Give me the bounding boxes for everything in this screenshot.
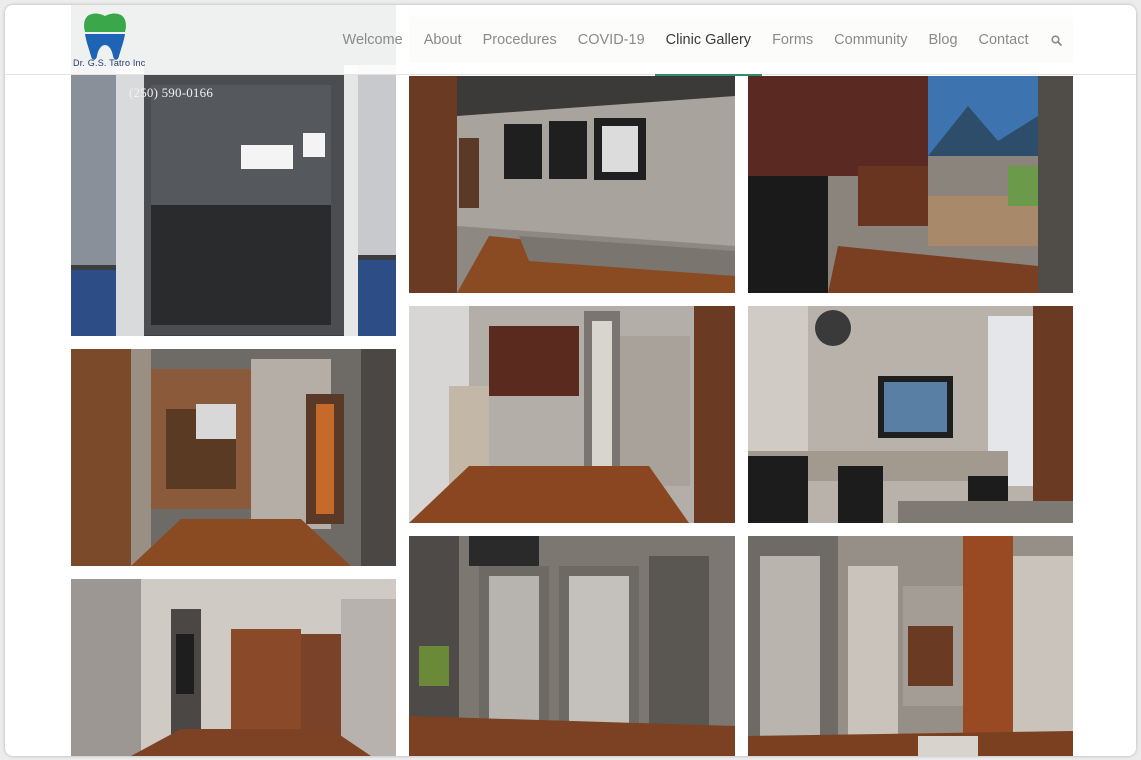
logo-text: Dr. G.S. Tatro Inc (73, 58, 146, 68)
search-icon (1051, 34, 1062, 46)
nav-community[interactable]: Community (824, 5, 918, 75)
nav-about[interactable]: About (413, 5, 472, 75)
clinic-gallery: (250) 590-0166 (5, 5, 1136, 756)
nav-welcome[interactable]: Welcome (332, 5, 413, 75)
gallery-photo-corridor-doors[interactable] (409, 306, 735, 523)
nav-procedures[interactable]: Procedures (472, 5, 567, 75)
door-phone-number: (250) 590-0166 (129, 85, 214, 100)
gallery-photo-hallway-window[interactable] (71, 349, 396, 566)
gallery-photo-waiting-room[interactable] (748, 306, 1073, 523)
main-nav: Welcome About Procedures COVID-19 Clinic… (332, 5, 1070, 76)
gallery-photo-operatory-entrance[interactable] (748, 536, 1073, 756)
gallery-photo-glass-doors[interactable] (409, 536, 735, 756)
nav-covid-19[interactable]: COVID-19 (567, 5, 655, 75)
gallery-photo-reception-mural[interactable] (748, 76, 1073, 293)
gallery-photo-hallway-frames[interactable] (409, 76, 735, 293)
nav-contact[interactable]: Contact (968, 5, 1039, 75)
nav-blog[interactable]: Blog (918, 5, 968, 75)
nav-forms[interactable]: Forms (762, 5, 824, 75)
search-button[interactable] (1039, 5, 1070, 75)
site-header: Dr. G.S. Tatro Inc Welcome About Procedu… (5, 5, 1136, 76)
browser-viewport: (250) 590-0166 Dr. G.S. Tatro Inc Welcom… (5, 5, 1136, 756)
gallery-photo-treatment-area[interactable] (71, 579, 396, 756)
nav-clinic-gallery[interactable]: Clinic Gallery (655, 5, 762, 76)
